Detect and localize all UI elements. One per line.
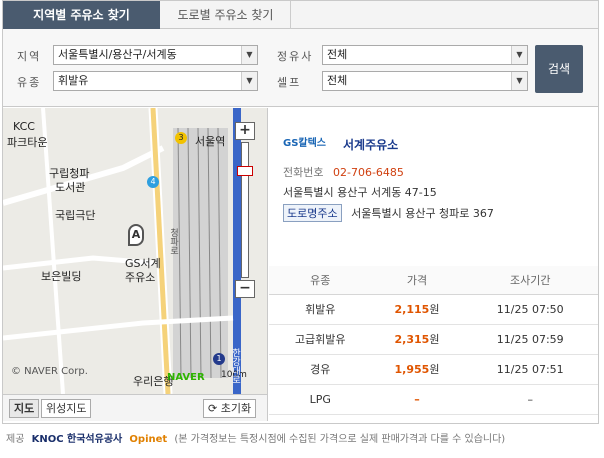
table-row: 경유 1,955원 11/25 07:51 xyxy=(269,354,598,385)
survey-time: 11/25 07:59 xyxy=(462,324,598,355)
map-label-seoul-station: 서울역 xyxy=(195,135,226,148)
price-disclaimer: (본 가격정보는 특정시점에 수집된 가격으로 실제 판매가격과 다를 수 있습… xyxy=(174,434,506,445)
opinet-logo: Opinet xyxy=(129,434,168,445)
fuel-name: LPG xyxy=(269,384,372,415)
map-label-kcc: KCC xyxy=(13,120,35,133)
naver-logo: NAVER xyxy=(167,372,205,383)
price-unit: 원 xyxy=(429,363,440,376)
chevron-down-icon: ▼ xyxy=(511,72,527,90)
table-row: 휘발유 2,115원 11/25 07:50 xyxy=(269,294,598,325)
fuel-select[interactable]: 휘발유 ▼ xyxy=(53,71,258,91)
map-view[interactable]: KCC 파크타운 구립청파 도서관 국립극단 GS서계 주유소 보은빌딩 서울역… xyxy=(3,108,268,394)
price-cell: – xyxy=(371,384,463,415)
tab-region-search[interactable]: 지역별 주유소 찾기 xyxy=(3,1,160,29)
self-label: 셀프 xyxy=(277,76,302,89)
price-value: 2,115 xyxy=(394,303,430,316)
price-cell: 1,955원 xyxy=(371,354,463,385)
road-address-line: 도로명주소 서울특별시 용산구 청파로 367 xyxy=(283,204,494,222)
tab-road-search[interactable]: 도로별 주유소 찾기 xyxy=(161,1,291,29)
price-value: 1,955 xyxy=(394,363,430,376)
price-value: 2,315 xyxy=(394,333,430,346)
map-label-gs-2: 주유소 xyxy=(125,271,156,284)
brand-label: 정유사 xyxy=(277,50,314,63)
price-table: 유종 가격 조사기간 휘발유 2,115원 11/25 07:50 고급휘발유 … xyxy=(269,266,598,415)
subway-line-1-badge: 1 xyxy=(213,353,225,365)
subway-line-3-badge: 3 xyxy=(175,132,187,144)
brand-select[interactable]: 전체 ▼ xyxy=(322,45,528,65)
chevron-down-icon: ▼ xyxy=(241,72,257,90)
table-row: 고급휘발유 2,315원 11/25 07:59 xyxy=(269,324,598,355)
road-address: 서울특별시 용산구 청파로 367 xyxy=(351,207,494,220)
price-unit: 원 xyxy=(429,303,440,316)
reset-label: 초기화 xyxy=(220,402,252,415)
brand-logo: GS칼텍스 xyxy=(283,138,327,149)
chevron-down-icon: ▼ xyxy=(511,46,527,64)
gas-station-finder: 지역별 주유소 찾기 도로별 주유소 찾기 지역 서울특별시/용산구/서계동 ▼… xyxy=(2,0,599,424)
map-label-library-2: 도서관 xyxy=(55,181,86,194)
brand-value: 전체 xyxy=(327,48,348,61)
map-toolbar: 지도 위성지도 ⟳ 초기화 xyxy=(3,394,268,421)
footer-prefix: 제공 xyxy=(6,434,25,445)
chevron-down-icon: ▼ xyxy=(241,46,257,64)
fuel-name: 경유 xyxy=(269,354,372,385)
survey-time: 11/25 07:50 xyxy=(462,294,598,325)
footer-note: 제공 KNOC 한국석유공사 Opinet (본 가격정보는 특정시점에 수집된… xyxy=(6,430,505,445)
price-value: – xyxy=(414,392,420,406)
map-label-theater: 국립극단 xyxy=(55,209,96,222)
survey-time: 11/25 07:51 xyxy=(462,354,598,385)
region-label: 지역 xyxy=(17,50,42,63)
self-select[interactable]: 전체 ▼ xyxy=(322,71,528,91)
phone-line: 전화번호 02-706-6485 xyxy=(283,164,404,180)
price-cell: 2,315원 xyxy=(371,324,463,355)
zoom-out-button[interactable]: − xyxy=(235,280,255,298)
map-label-road-1: 청파로 xyxy=(168,228,178,255)
fuel-name: 휘발유 xyxy=(269,294,372,325)
phone-label: 전화번호 xyxy=(283,166,324,179)
fuel-value: 휘발유 xyxy=(58,74,89,87)
region-select[interactable]: 서울특별시/용산구/서계동 ▼ xyxy=(53,45,258,65)
price-table-header: 유종 가격 조사기간 xyxy=(269,266,598,295)
map-label-parktown: 파크타운 xyxy=(7,136,48,149)
price-cell: 2,115원 xyxy=(371,294,463,325)
zoom-control: + − xyxy=(235,122,255,298)
zoom-slider-handle[interactable] xyxy=(237,166,253,176)
road-address-badge: 도로명주소 xyxy=(283,204,342,222)
price-unit: 원 xyxy=(429,333,440,346)
map-label-boeun: 보은빌딩 xyxy=(41,270,82,283)
header-date: 조사기간 xyxy=(462,266,598,295)
header-price: 가격 xyxy=(371,266,463,295)
search-button[interactable]: 검색 xyxy=(535,45,583,93)
map-label-road-2: 한강대로 xyxy=(230,348,240,384)
region-value: 서울특별시/용산구/서계동 xyxy=(58,48,177,61)
station-info: GS칼텍스 서계주유소 전화번호 02-706-6485 서울특별시 용산구 서… xyxy=(269,108,598,263)
search-panel: 지역 서울특별시/용산구/서계동 ▼ 유종 휘발유 ▼ 정유사 전체 ▼ 셀프 … xyxy=(3,29,598,107)
survey-time: – xyxy=(462,384,598,415)
station-marker-pin[interactable]: A xyxy=(128,224,144,246)
self-value: 전체 xyxy=(327,74,348,87)
tab-bar: 지역별 주유소 찾기 도로별 주유소 찾기 xyxy=(3,1,598,29)
map-view-button[interactable]: 지도 xyxy=(9,399,40,418)
fuel-label: 유종 xyxy=(17,76,42,89)
refresh-icon: ⟳ xyxy=(208,402,218,415)
reset-map-button[interactable]: ⟳ 초기화 xyxy=(203,399,257,418)
knoc-logo: KNOC 한국석유공사 xyxy=(31,434,123,445)
fuel-name: 고급휘발유 xyxy=(269,324,372,355)
station-name[interactable]: 서계주유소 xyxy=(343,136,398,153)
map-copyright: © NAVER Corp. xyxy=(11,366,88,377)
table-row: LPG – – xyxy=(269,384,598,415)
phone-number: 02-706-6485 xyxy=(332,166,404,179)
zoom-in-button[interactable]: + xyxy=(235,122,255,140)
address-line: 서울특별시 용산구 서계동 47-15 xyxy=(283,186,437,199)
subway-line-4-badge: 4 xyxy=(147,176,159,188)
zoom-slider-track[interactable] xyxy=(241,142,249,278)
satellite-view-button[interactable]: 위성지도 xyxy=(41,399,92,418)
header-fuel: 유종 xyxy=(269,266,372,295)
